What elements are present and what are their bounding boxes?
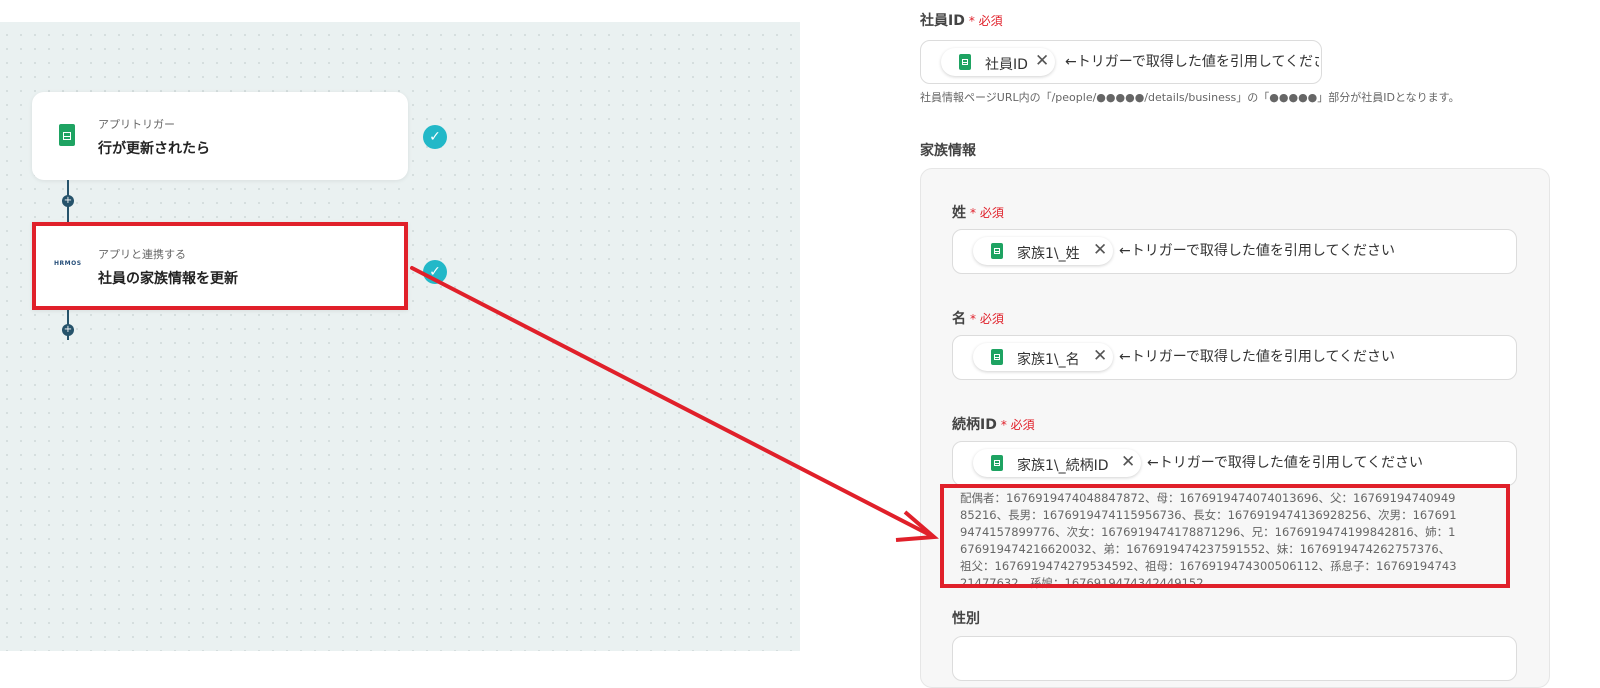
annotation-arrow <box>410 266 939 542</box>
